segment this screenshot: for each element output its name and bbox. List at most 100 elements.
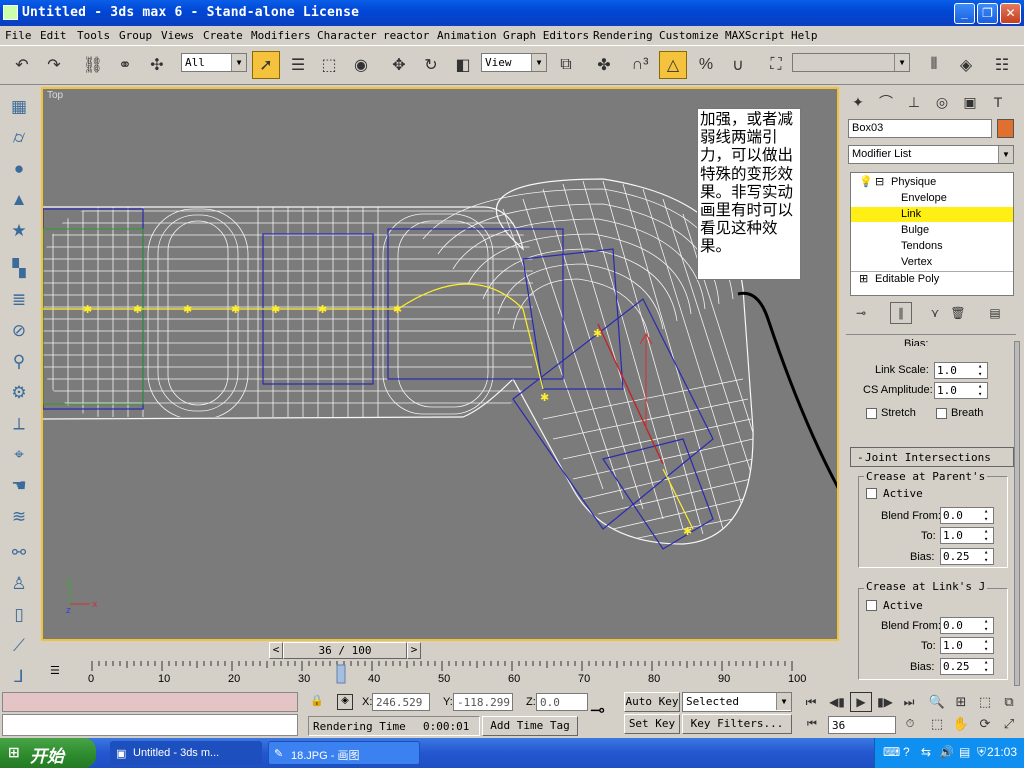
menu-create[interactable]: Create bbox=[203, 29, 243, 42]
menu-reactor[interactable]: reactor bbox=[383, 29, 429, 42]
window-crossing-icon[interactable]: ◉ bbox=[347, 51, 375, 79]
select-by-name-icon[interactable]: ☰ bbox=[284, 51, 312, 79]
checker-icon[interactable]: ▚ bbox=[6, 256, 32, 282]
hand-icon[interactable]: ☚ bbox=[6, 473, 32, 499]
pivot-center-icon[interactable]: ⧉ bbox=[552, 51, 580, 79]
undo-icon[interactable]: ↶ bbox=[8, 51, 36, 79]
menu-modifiers[interactable]: Modifiers bbox=[251, 29, 311, 42]
stack-item-bulge[interactable]: Bulge bbox=[901, 223, 929, 238]
redo-icon[interactable]: ↷ bbox=[40, 51, 68, 79]
stack-icon[interactable]: ≣ bbox=[6, 287, 32, 313]
network-icon[interactable]: ⇆ bbox=[921, 745, 931, 759]
create-tab-icon[interactable]: ✦ bbox=[846, 90, 870, 114]
close-button[interactable]: ✕ bbox=[1000, 3, 1021, 24]
remove-modifier-icon[interactable]: 🗑 bbox=[947, 302, 969, 324]
key-mode-icon[interactable]: ⏮ bbox=[802, 714, 822, 734]
select-object-icon[interactable]: ➚ bbox=[252, 51, 280, 79]
object-color-swatch[interactable] bbox=[997, 119, 1014, 138]
stack-item-tendons[interactable]: Tendons bbox=[901, 239, 943, 254]
crease-parent-blend-from-spinner[interactable]: 0.0 bbox=[940, 507, 994, 524]
unlink-icon[interactable]: ⚭ bbox=[111, 51, 139, 79]
menu-views[interactable]: Views bbox=[161, 29, 194, 42]
menu-tools[interactable]: Tools bbox=[77, 29, 110, 42]
menu-graph-editors[interactable]: Graph Editors bbox=[503, 29, 589, 42]
maxscript-listener-white[interactable] bbox=[2, 714, 298, 736]
panel-scrollbar[interactable] bbox=[1014, 341, 1020, 686]
sphere-icon[interactable]: ● bbox=[6, 156, 32, 182]
spinner-snap-icon[interactable]: ∪ bbox=[724, 51, 752, 79]
go-to-start-icon[interactable]: ⏮ bbox=[800, 692, 822, 712]
stack-item-editable-poly[interactable]: Editable Poly bbox=[875, 272, 939, 287]
leg-icon[interactable]: ⅃ bbox=[6, 664, 32, 690]
selection-set-dropdown[interactable]: Selected ▼ bbox=[682, 692, 792, 712]
zoom-extents-all-icon[interactable]: ⧉ bbox=[998, 692, 1020, 712]
box-icon[interactable]: ▦ bbox=[6, 94, 32, 120]
modifier-stack[interactable]: 💡 ⊟ Physique Envelope Link Bulge Tendons… bbox=[850, 172, 1014, 296]
display-tab-icon[interactable]: ▣ bbox=[958, 90, 982, 114]
expand-icon[interactable]: ⊞ bbox=[859, 272, 868, 287]
utilities-tab-icon[interactable]: T bbox=[986, 90, 1010, 114]
selection-filter-dropdown[interactable]: All ▼ bbox=[181, 53, 247, 72]
scale-icon[interactable]: ◧ bbox=[449, 51, 477, 79]
rectangular-selection-icon[interactable]: ⬚ bbox=[315, 51, 343, 79]
key-filters-button[interactable]: Key Filters... bbox=[682, 714, 792, 734]
star-icon[interactable]: ★ bbox=[6, 218, 32, 244]
object-name-field[interactable]: Box03 bbox=[848, 119, 992, 138]
gear-icon[interactable]: ⚙ bbox=[6, 380, 32, 406]
z-coordinate-field[interactable]: 0.0 bbox=[536, 693, 588, 711]
next-key-icon[interactable]: ▮▶ bbox=[874, 692, 896, 712]
pan-icon[interactable]: ✋ bbox=[950, 714, 972, 734]
shield-icon[interactable]: ⛨ bbox=[977, 745, 986, 760]
zoom-extents-icon[interactable]: ⬚ bbox=[974, 692, 996, 712]
lightbulb-icon[interactable]: 💡 bbox=[859, 175, 873, 190]
arc-rotate-icon[interactable]: ⟳ bbox=[974, 714, 996, 734]
menu-animation[interactable]: Animation bbox=[437, 29, 497, 42]
time-slider[interactable]: 36 / 100 bbox=[283, 642, 407, 659]
crease-parent-to-spinner[interactable]: 1.0 bbox=[940, 527, 994, 544]
modify-tab-icon[interactable]: ⌒ bbox=[874, 90, 898, 114]
wave-icon[interactable]: ≋ bbox=[6, 504, 32, 530]
zoom-all-icon[interactable]: ⊞ bbox=[950, 692, 972, 712]
arm-icon[interactable]: ⟋ bbox=[6, 633, 32, 659]
bind-space-warp-icon[interactable]: ✣ bbox=[143, 51, 171, 79]
snap-toggle-icon[interactable]: ∩³ bbox=[626, 51, 654, 79]
maxscript-listener-pink[interactable] bbox=[2, 692, 298, 712]
crease-parent-active-checkbox[interactable] bbox=[866, 488, 877, 499]
maximize-viewport-icon[interactable]: ⤢ bbox=[998, 714, 1020, 734]
clock[interactable]: 21:03 bbox=[987, 745, 1017, 759]
app-icon[interactable] bbox=[3, 5, 18, 20]
keyboard-icon[interactable]: ⌨ bbox=[883, 745, 900, 759]
menu-file[interactable]: File bbox=[5, 29, 32, 42]
volume-icon[interactable]: 🔊 bbox=[939, 745, 954, 759]
track-bar[interactable]: ☰ 0 10 20 30 40 50 60 70 80 90 100 bbox=[41, 661, 816, 689]
absolute-mode-icon[interactable]: ◈ bbox=[337, 694, 353, 710]
menu-group[interactable]: Group bbox=[119, 29, 152, 42]
bone-icon[interactable]: ⟂ bbox=[6, 411, 32, 437]
menu-customize[interactable]: Customize bbox=[659, 29, 719, 42]
zoom-icon[interactable]: 🔍 bbox=[926, 692, 948, 712]
auto-key-button[interactable]: Auto Key bbox=[624, 692, 680, 712]
play-icon[interactable]: ▶ bbox=[850, 692, 872, 712]
cylinder-icon[interactable]: ⌭ bbox=[6, 125, 32, 151]
camera-icon[interactable]: ⌖ bbox=[6, 442, 32, 468]
angle-snap-icon[interactable]: △ bbox=[659, 51, 687, 79]
go-to-end-icon[interactable]: ⏭ bbox=[898, 692, 920, 712]
add-time-tag-button[interactable]: Add Time Tag bbox=[482, 716, 578, 736]
y-coordinate-field[interactable]: -118.299 bbox=[453, 693, 513, 711]
stack-item-link-selected[interactable] bbox=[851, 207, 1013, 222]
stack-item-physique[interactable]: Physique bbox=[891, 175, 936, 190]
menu-character[interactable]: Character bbox=[317, 29, 377, 42]
hierarchy-tab-icon[interactable]: ⊥ bbox=[902, 90, 926, 114]
menu-edit[interactable]: Edit bbox=[40, 29, 67, 42]
crease-parent-bias-spinner[interactable]: 0.25 bbox=[940, 548, 994, 565]
current-frame-field[interactable]: 36 bbox=[828, 716, 896, 734]
help-icon[interactable]: ? bbox=[903, 745, 910, 759]
minimize-button[interactable]: _ bbox=[954, 3, 975, 24]
joint-intersections-rollout[interactable]: - Joint Intersections bbox=[850, 447, 1014, 467]
menu-maxscript[interactable]: MAXScript bbox=[725, 29, 785, 42]
layer-manager-icon[interactable]: ☷ bbox=[988, 51, 1016, 79]
tool-icon[interactable]: ⚲ bbox=[6, 349, 32, 375]
pin-stack-icon[interactable]: ⊸ bbox=[850, 302, 872, 324]
select-and-link-icon[interactable]: ⛓ bbox=[79, 51, 107, 79]
move-icon[interactable]: ✥ bbox=[385, 51, 413, 79]
